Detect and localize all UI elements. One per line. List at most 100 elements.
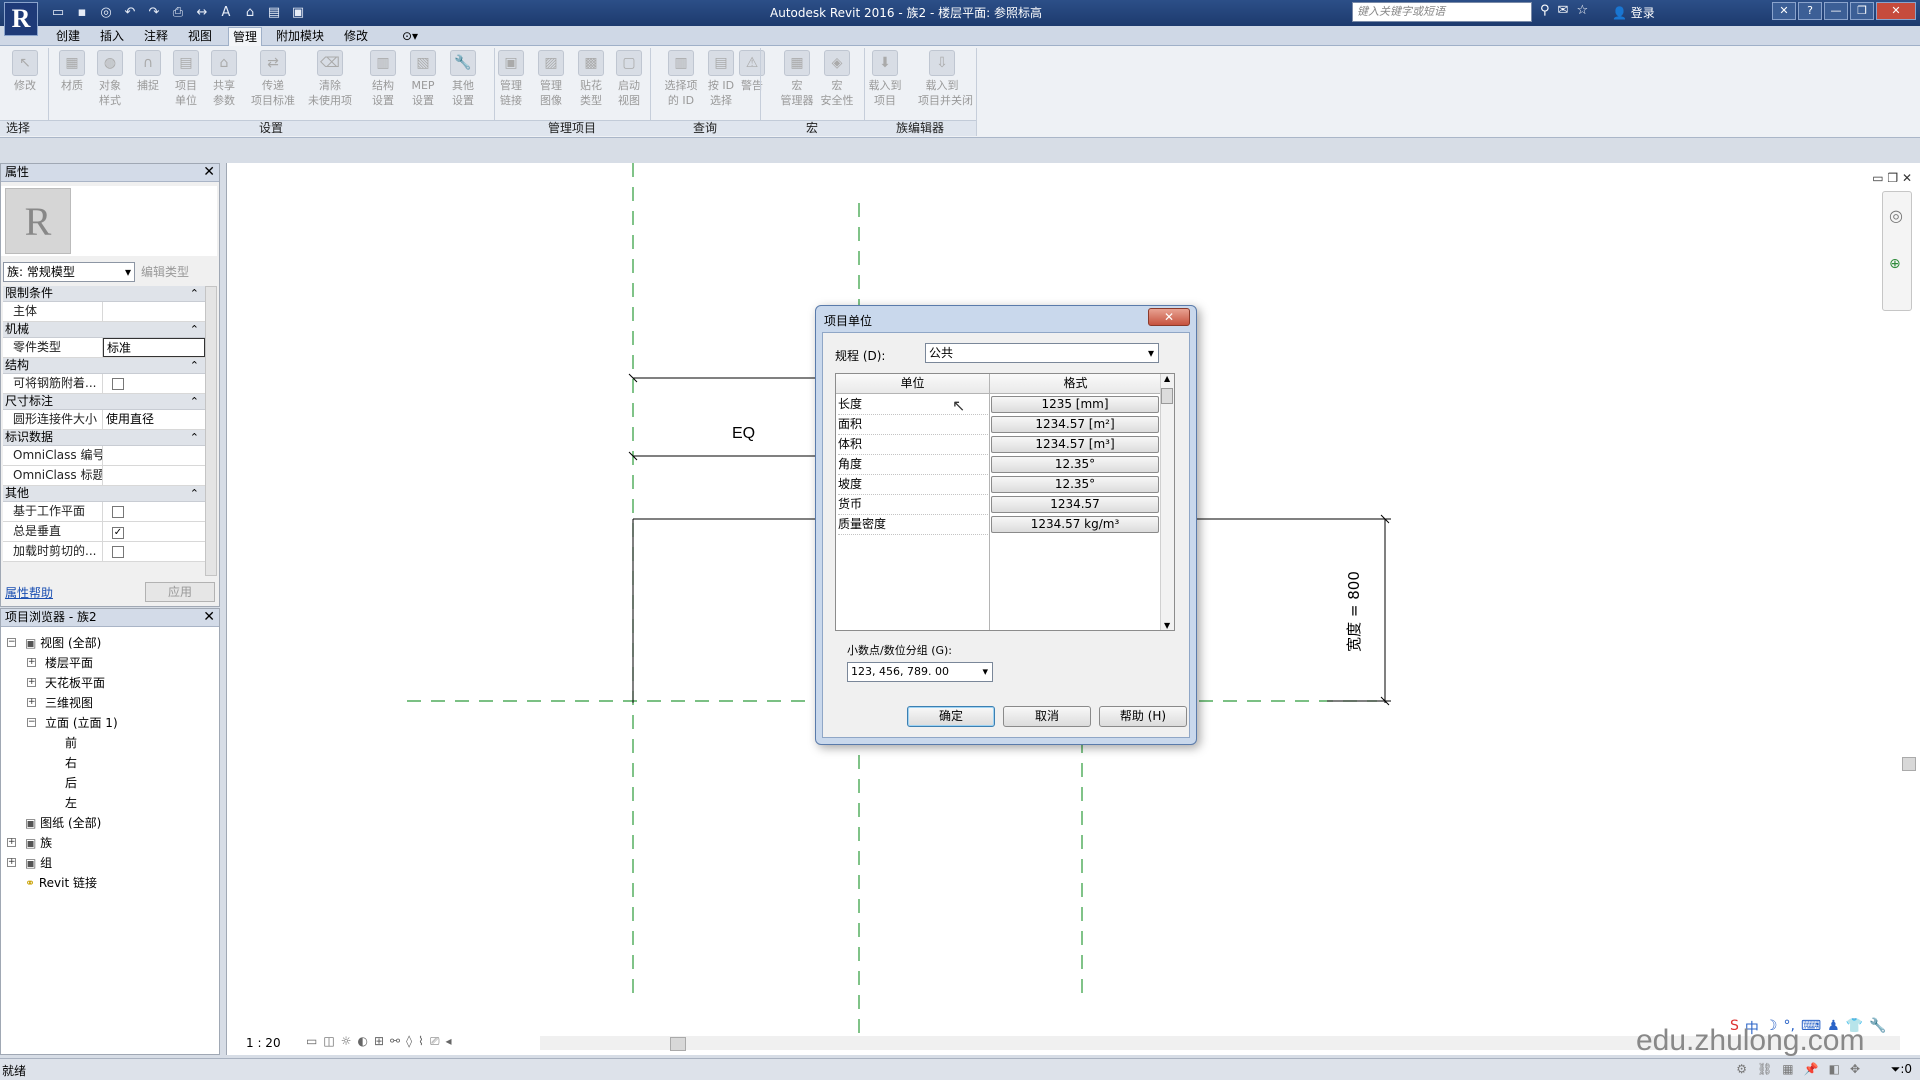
maximize-button[interactable]: ❐: [1850, 2, 1874, 20]
property-checkbox-cell[interactable]: [103, 374, 205, 393]
revit-app-menu-button[interactable]: R: [4, 2, 38, 36]
browser-item[interactable]: ▣ 图纸 (全部): [25, 814, 101, 831]
switch-windows-icon[interactable]: ▣: [288, 3, 308, 23]
browser-item[interactable]: 天花板平面: [45, 674, 105, 691]
browser-item[interactable]: 立面 (立面 1): [45, 714, 118, 731]
browser-item[interactable]: ▣ 视图 (全部): [25, 634, 101, 651]
property-value[interactable]: 标准: [103, 338, 205, 357]
unit-format-button[interactable]: 1235 [mm]: [991, 396, 1159, 413]
close-window-button[interactable]: ✕: [1876, 2, 1916, 20]
browser-item[interactable]: ▣ 组: [25, 854, 52, 871]
login-button[interactable]: 👤 登录: [1612, 4, 1655, 21]
expand-icon[interactable]: +: [27, 678, 36, 687]
ribbon-button-19[interactable]: ◈ 宏 安全性: [820, 50, 854, 108]
tab-5[interactable]: 附加模块: [272, 27, 328, 46]
cancel-button[interactable]: 取消: [1003, 706, 1091, 727]
ribbon-button-17[interactable]: ⚠ 警告: [735, 50, 769, 93]
scroll-up-icon[interactable]: ▲: [1164, 374, 1170, 383]
units-scrollbar-thumb[interactable]: [1161, 388, 1173, 404]
edit-type-button[interactable]: 编辑类型: [141, 263, 189, 280]
collapse-icon[interactable]: −: [27, 718, 36, 727]
detail-level-icon[interactable]: ▭: [306, 1034, 317, 1049]
property-checkbox-cell[interactable]: ✓: [103, 522, 205, 541]
ribbon-button-6[interactable]: ⇄ 传递 项目标准: [249, 50, 297, 108]
drag-on-select-icon[interactable]: ✥: [1850, 1062, 1860, 1076]
expand-icon[interactable]: +: [27, 698, 36, 707]
tab-3[interactable]: 视图: [184, 27, 216, 46]
horizontal-scrollbar-thumb[interactable]: [670, 1037, 686, 1051]
zoom-icon[interactable]: ⊕: [1889, 256, 1901, 272]
ime-tools-icon[interactable]: 🔧: [1869, 1018, 1886, 1038]
ribbon-button-12[interactable]: ▨ 管理 图像: [534, 50, 568, 108]
ribbon-button-5[interactable]: ⌂ 共享 参数: [207, 50, 241, 108]
search-input[interactable]: 键入关键字或短语: [1352, 2, 1532, 22]
property-group-header[interactable]: 机械: [3, 322, 205, 338]
expand-icon[interactable]: +: [7, 858, 16, 867]
select-pinned-icon[interactable]: 📌: [1804, 1062, 1819, 1076]
expand-icon[interactable]: +: [7, 838, 16, 847]
discipline-select[interactable]: 公共: [925, 343, 1159, 363]
close-hidden-icon[interactable]: ▤: [264, 3, 284, 23]
property-group-header[interactable]: 限制条件: [3, 286, 205, 302]
ribbon-button-4[interactable]: ▤ 项目 单位: [169, 50, 203, 108]
worksets-icon[interactable]: ⚙: [1736, 1062, 1747, 1076]
star-icon[interactable]: ☆: [1576, 3, 1588, 18]
navigation-bar[interactable]: ◎ ⊕: [1882, 191, 1912, 311]
panel-label-0[interactable]: 选择: [0, 120, 48, 136]
tab-0[interactable]: 创建: [52, 27, 84, 46]
ribbon-button-8[interactable]: ▥ 结构 设置: [366, 50, 400, 108]
steeringwheel-icon[interactable]: ◎: [1889, 206, 1903, 225]
family-type-select[interactable]: 族: 常规模型: [3, 262, 135, 282]
visual-style-icon[interactable]: ◫: [323, 1034, 334, 1049]
browser-item[interactable]: 左: [65, 794, 77, 811]
units-scrollbar[interactable]: ▲ ▼: [1160, 374, 1174, 630]
select-by-face-icon[interactable]: ◧: [1829, 1062, 1840, 1076]
close-icon[interactable]: ✕: [203, 609, 215, 626]
sync-icon[interactable]: ◎: [96, 3, 116, 23]
tab-2[interactable]: 注释: [140, 27, 172, 46]
collapse-icon[interactable]: −: [7, 638, 16, 647]
ok-button[interactable]: 确定: [907, 706, 995, 727]
undo-icon[interactable]: ↶: [120, 3, 140, 23]
unit-format-button[interactable]: 1234.57: [991, 496, 1159, 513]
expand-icon[interactable]: +: [27, 658, 36, 667]
scroll-left-icon[interactable]: ◂: [445, 1034, 451, 1049]
property-value[interactable]: 使用直径: [103, 410, 205, 429]
help-icon[interactable]: ?: [1798, 2, 1822, 20]
tab-1[interactable]: 插入: [96, 27, 128, 46]
ribbon-button-14[interactable]: ▢ 启动 视图: [612, 50, 646, 108]
ribbon-button-20[interactable]: ⬇ 载入到 项目: [868, 50, 902, 108]
sun-path-icon[interactable]: ☼: [341, 1034, 352, 1049]
ribbon-button-13[interactable]: ▩ 贴花 类型: [574, 50, 608, 108]
checkbox-unchecked[interactable]: [112, 506, 124, 518]
view-scale[interactable]: 1 : 20: [246, 1036, 281, 1050]
properties-help-link[interactable]: 属性帮助: [5, 584, 53, 601]
property-value[interactable]: [103, 446, 205, 465]
property-checkbox-cell[interactable]: [103, 542, 205, 561]
help-button[interactable]: 帮助 (H): [1099, 706, 1187, 727]
vertical-scrollbar-thumb[interactable]: [1902, 757, 1916, 771]
checkbox-unchecked[interactable]: [112, 378, 124, 390]
select-underlay-icon[interactable]: ▦: [1782, 1062, 1793, 1076]
unit-format-button[interactable]: 1234.57 [m³]: [991, 436, 1159, 453]
text-icon[interactable]: A: [216, 3, 236, 23]
exchange-icon[interactable]: ✕: [1772, 2, 1796, 20]
dialog-close-button[interactable]: ✕: [1148, 308, 1190, 326]
redo-icon[interactable]: ↷: [144, 3, 164, 23]
property-checkbox-cell[interactable]: [103, 502, 205, 521]
tab-4[interactable]: 管理: [228, 27, 263, 46]
checkbox-checked[interactable]: ✓: [112, 527, 124, 539]
ribbon-button-1[interactable]: ▦ 材质: [55, 50, 89, 93]
property-value[interactable]: [103, 466, 205, 485]
decimal-grouping-select[interactable]: 123, 456, 789. 00: [847, 662, 993, 682]
checkbox-unchecked[interactable]: [112, 546, 124, 558]
ribbon-button-10[interactable]: 🔧 其他 设置: [446, 50, 480, 108]
scroll-down-icon[interactable]: ▼: [1164, 621, 1170, 630]
shadows-icon[interactable]: ◐: [357, 1034, 367, 1049]
print-icon[interactable]: ⎙: [168, 3, 188, 23]
browser-item[interactable]: 右: [65, 754, 77, 771]
browser-item[interactable]: 前: [65, 734, 77, 751]
unit-format-button[interactable]: 1234.57 kg/m³: [991, 516, 1159, 533]
property-group-header[interactable]: 其他: [3, 486, 205, 502]
property-group-header[interactable]: 标识数据: [3, 430, 205, 446]
